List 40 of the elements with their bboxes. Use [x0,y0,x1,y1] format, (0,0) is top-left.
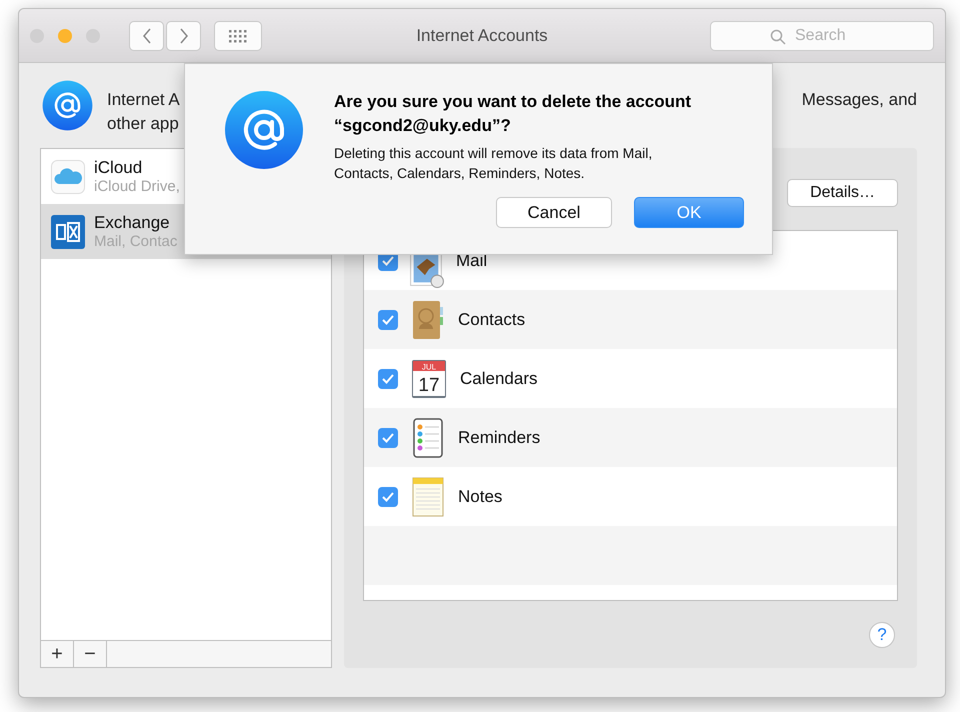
account-name: Exchange [94,213,171,233]
checkmark-icon [382,314,394,324]
service-label: Contacts [458,310,526,330]
forward-button[interactable] [166,20,201,50]
checkbox[interactable] [378,310,398,330]
exchange-icon [51,214,85,248]
search-icon [770,28,786,44]
account-name: iCloud [94,158,144,178]
calendar-icon: JUL 17 [410,358,448,400]
chevron-left-icon [142,28,152,44]
checkbox[interactable] [378,486,398,506]
service-label: Mail [456,250,488,270]
back-button[interactable] [129,20,164,50]
service-label: Notes [458,486,502,506]
checkmark-icon [382,374,394,384]
at-sign-icon [42,80,93,131]
grid-icon [228,28,248,42]
intro-text: Messages, and [802,89,917,111]
service-label: Calendars [460,368,538,388]
help-button[interactable]: ? [869,622,895,648]
chevron-right-icon [178,28,188,44]
dialog-title: Are you sure you want to delete the account “sgcond2@uky.edu”? [334,91,692,137]
notepad-icon [410,474,446,518]
dialog-message: Deleting this account will remove its data from Mail, Contacts, Calendars, Reminders, Notes. [334,144,654,183]
address-book-icon [410,298,446,340]
cancel-button[interactable]: Cancel [496,197,612,228]
account-detail: iCloud Drive, [94,178,180,195]
window-title: Internet Accounts [416,26,548,46]
details-button[interactable]: Details… [787,179,898,207]
cloud-icon [51,160,85,194]
checkmark-icon [382,492,394,502]
at-sign-icon [224,90,304,170]
intro-text: Internet A [107,89,180,111]
checkbox[interactable] [378,368,398,388]
service-label: Reminders [458,428,540,448]
show-all-button[interactable] [214,20,262,50]
search-field[interactable]: Search [710,20,934,50]
checkbox[interactable] [378,428,398,448]
checkmark-icon [382,432,394,442]
intro-text: other app [107,113,180,135]
